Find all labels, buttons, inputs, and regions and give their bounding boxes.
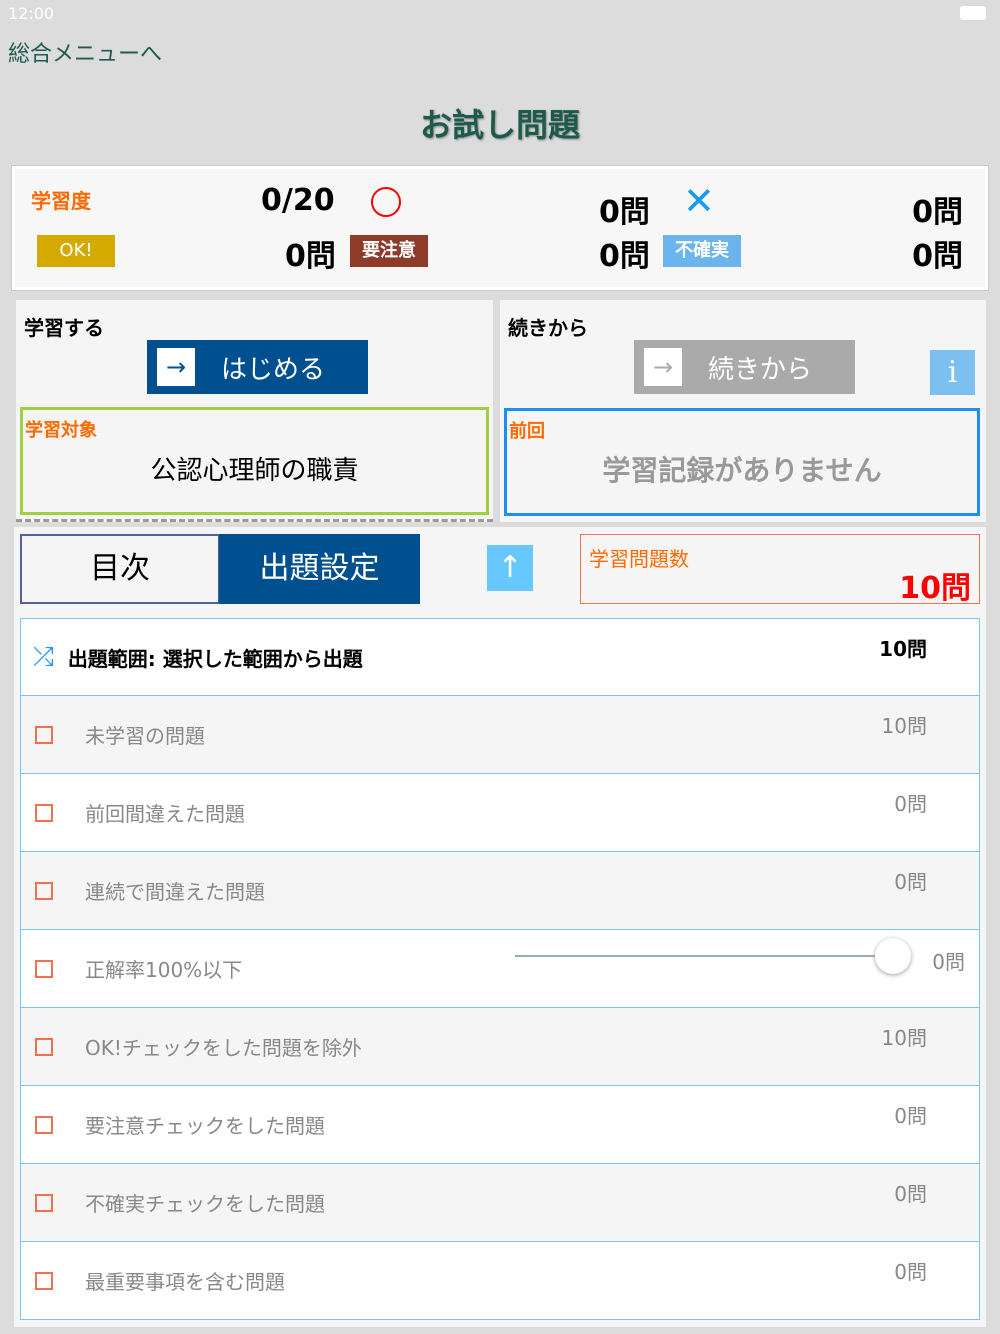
filter-label: 前回間違えた問題 <box>85 802 245 826</box>
filter-label: 要注意チェックをした問題 <box>85 1114 325 1138</box>
filter-row[interactable]: 最重要事項を含む問題 0問 <box>20 1242 980 1320</box>
wrong-count: 0問 <box>912 195 963 230</box>
arrow-right-icon: → <box>644 348 682 386</box>
checkbox[interactable] <box>35 1271 53 1290</box>
resume-label: 続きから <box>708 354 813 385</box>
tab-contents[interactable]: 目次 <box>20 534 220 604</box>
filter-row[interactable]: OK!チェックをした問題を除外 10問 <box>20 1008 980 1086</box>
range-label: 出題範囲: 選択した範囲から出題 <box>67 646 363 671</box>
checkbox[interactable] <box>35 725 53 744</box>
filter-count: 0問 <box>894 870 927 894</box>
filter-row[interactable]: 未学習の問題 10問 <box>20 696 980 774</box>
question-count-label: 学習問題数 <box>589 547 689 571</box>
checkbox[interactable] <box>35 1115 53 1134</box>
resume-heading: 続きから <box>508 316 588 340</box>
filter-row[interactable]: 要注意チェックをした問題 0問 <box>20 1086 980 1164</box>
start-label: はじめる <box>221 354 326 385</box>
filter-count: 0問 <box>894 1260 927 1284</box>
correct-count: 0問 <box>599 195 650 230</box>
target-value: 公認心理師の職責 <box>150 456 359 486</box>
checkbox[interactable] <box>35 1037 53 1056</box>
question-count-box: 学習問題数 10問 <box>580 534 980 606</box>
study-target: 学習対象 公認心理師の職責 <box>20 407 489 515</box>
caution-badge: 要注意 <box>350 235 428 267</box>
prev-label: 前回 <box>509 421 545 442</box>
status-time: 12:00 <box>8 4 55 23</box>
ok-badge: OK! <box>37 235 115 267</box>
range-count: 10問 <box>879 637 927 661</box>
filter-label: 連続で間違えた問題 <box>85 880 265 904</box>
uncertain-count: 0問 <box>912 239 963 274</box>
uncertain-badge: 不確実 <box>663 235 741 267</box>
filter-label: OK!チェックをした問題を除外 <box>85 1036 362 1060</box>
info-button[interactable]: i <box>930 350 975 395</box>
range-row[interactable]: ⤮ 出題範囲: 選択した範囲から出題 10問 <box>20 618 980 696</box>
filter-row[interactable]: 前回間違えた問題 0問 <box>20 774 980 852</box>
correct-icon <box>371 187 401 217</box>
checkbox[interactable] <box>35 959 53 978</box>
wrong-icon: ✕ <box>683 179 715 223</box>
study-panel: 学習する → はじめる 学習対象 公認心理師の職責 <box>16 300 493 522</box>
filter-label: 未学習の問題 <box>85 724 205 748</box>
start-button[interactable]: → はじめる <box>147 340 368 394</box>
filter-count: 0問 <box>932 950 965 974</box>
summary-label: 学習度 <box>31 189 91 213</box>
resume-panel: 続きから → 続きから i 前回 学習記録がありません <box>500 300 986 522</box>
study-heading: 学習する <box>24 316 104 340</box>
shuffle-icon: ⤮ <box>33 641 54 672</box>
checkbox[interactable] <box>35 1193 53 1212</box>
resume-button[interactable]: → 続きから <box>634 340 855 394</box>
scroll-top-button[interactable]: ↑ <box>487 545 533 591</box>
prev-value: 学習記録がありません <box>602 454 882 487</box>
progress-value: 0/20 <box>261 183 335 218</box>
filter-label: 最重要事項を含む問題 <box>85 1270 285 1294</box>
target-label: 学習対象 <box>25 420 97 441</box>
slider-thumb[interactable] <box>875 938 911 974</box>
filter-label: 不確実チェックをした問題 <box>85 1192 325 1216</box>
checkbox[interactable] <box>35 881 53 900</box>
filter-count: 0問 <box>894 1104 927 1128</box>
filter-count: 0問 <box>894 1182 927 1206</box>
filter-label: 正解率100%以下 <box>85 958 243 982</box>
page-title: お試し問題 <box>419 106 580 144</box>
summary-card: 学習度 0/20 0問 ✕ 0問 OK! 0問 要注意 0問 不確実 0問 <box>11 165 989 291</box>
filter-count: 10問 <box>881 714 927 738</box>
checkbox[interactable] <box>35 803 53 822</box>
filter-row[interactable]: 連続で間違えた問題 0問 <box>20 852 980 930</box>
accuracy-slider[interactable] <box>515 955 895 957</box>
ok-count: 0問 <box>285 239 336 274</box>
battery-icon <box>960 6 986 20</box>
filter-count: 0問 <box>894 792 927 816</box>
filter-row[interactable]: 正解率100%以下 0問 <box>20 930 980 1008</box>
caution-count: 0問 <box>599 239 650 274</box>
arrow-right-icon: → <box>157 348 195 386</box>
filter-count: 10問 <box>881 1026 927 1050</box>
tab-question-settings[interactable]: 出題設定 <box>219 534 420 604</box>
filter-row[interactable]: 不確実チェックをした問題 0問 <box>20 1164 980 1242</box>
back-link[interactable]: 総合メニューへ <box>8 36 162 68</box>
previous-record: 前回 学習記録がありません <box>504 408 980 516</box>
question-count-value: 10問 <box>899 571 971 606</box>
